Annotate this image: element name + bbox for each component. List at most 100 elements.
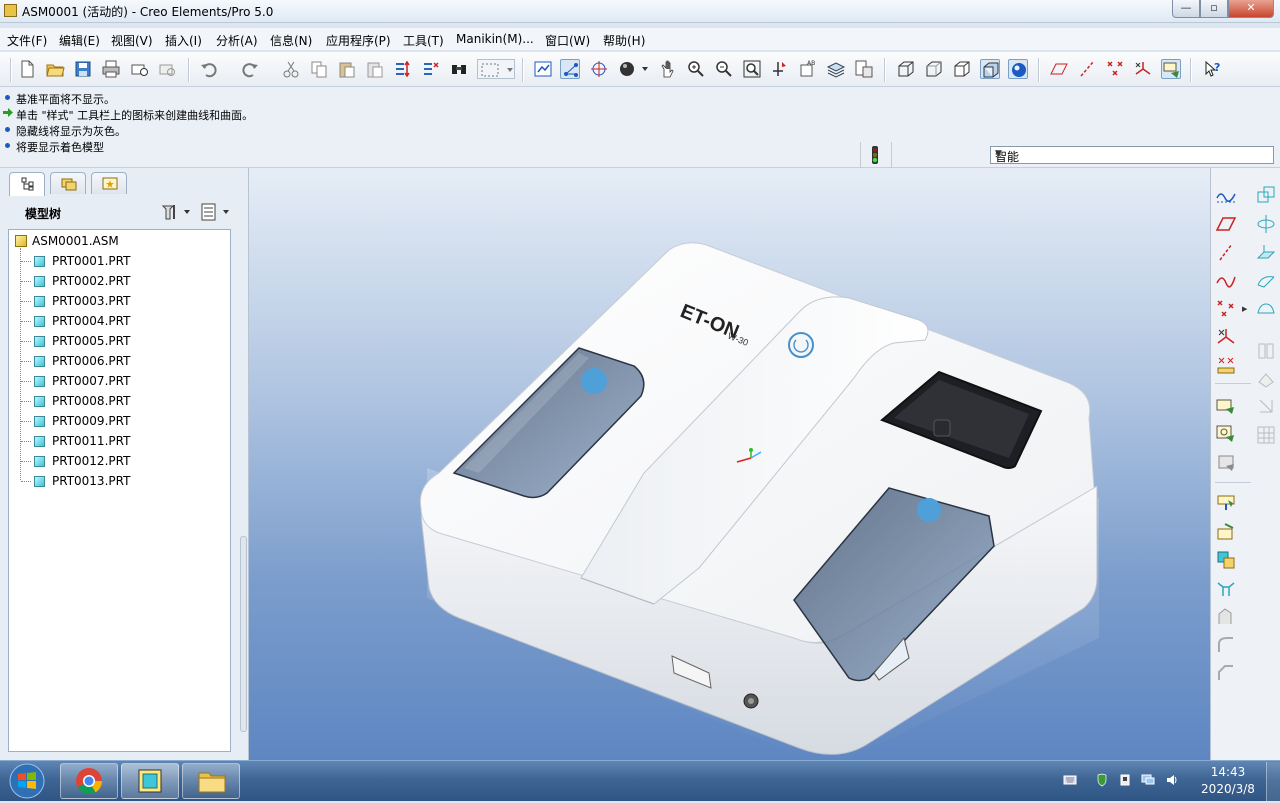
extrude-tool-icon[interactable]: [1255, 241, 1277, 263]
draft-tool-icon[interactable]: [1255, 396, 1277, 418]
panel-resize-handle[interactable]: [240, 536, 247, 732]
taskbar-chrome-button[interactable]: [60, 763, 118, 799]
regenerate-icon[interactable]: [393, 59, 413, 79]
find-icon[interactable]: [449, 59, 469, 79]
revolve-tool-icon[interactable]: [1255, 213, 1277, 235]
selection-filter-dropdown[interactable]: 智能 ▼: [990, 146, 1274, 164]
menu-file[interactable]: 文件(F): [7, 32, 47, 49]
volume-icon[interactable]: [1165, 773, 1179, 787]
taskbar-creo-button[interactable]: [121, 763, 179, 799]
cut-tool-icon[interactable]: [1215, 521, 1237, 543]
open-folder-icon[interactable]: [45, 59, 65, 79]
refit-icon[interactable]: [742, 59, 762, 79]
chamfer-tool-icon[interactable]: [1215, 662, 1237, 684]
clock-date[interactable]: 2020/3/8: [1196, 782, 1260, 796]
annotations-icon[interactable]: [1161, 59, 1181, 79]
hole-tool-icon[interactable]: [1215, 492, 1237, 514]
menu-manikin[interactable]: Manikin(M)...: [456, 32, 534, 46]
minimize-button[interactable]: —: [1172, 0, 1200, 18]
network-icon[interactable]: [1141, 773, 1155, 787]
tab-folder-browser[interactable]: [50, 172, 86, 194]
pattern-tool-icon[interactable]: [1255, 424, 1277, 446]
sweep-tool-icon[interactable]: [1215, 606, 1237, 628]
saved-views-icon[interactable]: AB: [798, 59, 818, 79]
rib-tool-icon[interactable]: [1255, 368, 1277, 390]
coord-systems-icon[interactable]: [1133, 59, 1153, 79]
menu-insert[interactable]: 插入(I): [165, 32, 202, 49]
shell-tool-icon[interactable]: [1255, 340, 1277, 362]
tree-show-dropdown[interactable]: [200, 202, 232, 222]
regen-manager-icon[interactable]: [421, 59, 441, 79]
menu-applications[interactable]: 应用程序(P): [326, 32, 391, 49]
menu-edit[interactable]: 编辑(E): [59, 32, 100, 49]
boundary-blend-icon[interactable]: [1255, 269, 1277, 291]
assembly-feature-icon[interactable]: [1215, 549, 1237, 571]
save-icon[interactable]: [73, 59, 93, 79]
variable-section-sweep-icon[interactable]: [1255, 298, 1277, 320]
graphics-viewport[interactable]: ET-ON W-30: [249, 168, 1210, 760]
zoom-out-icon[interactable]: [714, 59, 734, 79]
enhanced-realism-icon[interactable]: [1008, 59, 1028, 79]
menu-tools[interactable]: 工具(T): [403, 32, 444, 49]
menu-help[interactable]: 帮助(H): [603, 32, 645, 49]
security-icon[interactable]: [1095, 773, 1109, 787]
datum-point-tool-icon[interactable]: [1215, 298, 1237, 320]
create-component-icon[interactable]: [1215, 423, 1237, 445]
send-mail-icon[interactable]: [129, 59, 149, 79]
datum-csys-tool-icon[interactable]: [1215, 326, 1237, 348]
style-tool-icon[interactable]: [1255, 184, 1277, 206]
orient-mode-icon[interactable]: [560, 59, 580, 79]
paste-special-icon[interactable]: [365, 59, 385, 79]
start-button[interactable]: [2, 762, 52, 800]
usb-device-icon[interactable]: [1118, 773, 1132, 787]
reorient-icon[interactable]: [770, 59, 790, 79]
maximize-button[interactable]: ▫: [1200, 0, 1228, 18]
menu-info[interactable]: 信息(N): [270, 32, 312, 49]
tab-favorites[interactable]: [91, 172, 127, 194]
send-link-icon[interactable]: [157, 59, 177, 79]
cut-icon[interactable]: [281, 59, 301, 79]
datum-axes-icon[interactable]: [1077, 59, 1097, 79]
close-button[interactable]: ✕: [1228, 0, 1274, 18]
datum-axis-tool-icon[interactable]: [1215, 241, 1237, 263]
selection-box-icon[interactable]: [477, 59, 515, 79]
clock-time[interactable]: 14:43: [1208, 765, 1248, 779]
menu-window[interactable]: 窗口(W): [545, 32, 590, 49]
context-help-icon[interactable]: ?: [1203, 59, 1223, 79]
menu-view[interactable]: 视图(V): [111, 32, 153, 49]
datum-planes-icon[interactable]: [1049, 59, 1069, 79]
menu-analysis[interactable]: 分析(A): [216, 32, 258, 49]
zoom-in-icon[interactable]: [686, 59, 706, 79]
pan-hand-icon[interactable]: [658, 59, 678, 79]
shading-icon[interactable]: [980, 59, 1000, 79]
datum-plane-tool-icon[interactable]: [1215, 213, 1237, 235]
redo-icon[interactable]: [240, 59, 260, 79]
repaint-icon[interactable]: [533, 59, 553, 79]
datum-points-icon[interactable]: [1105, 59, 1125, 79]
print-icon[interactable]: [101, 59, 121, 79]
mirror-tool-icon[interactable]: [1215, 578, 1237, 600]
spin-center-icon[interactable]: [589, 59, 609, 79]
package-component-icon[interactable]: [1215, 452, 1237, 474]
view-manager-icon[interactable]: [854, 59, 874, 79]
tree-settings-dropdown[interactable]: [160, 202, 192, 222]
layers-icon[interactable]: [826, 59, 846, 79]
analysis-feature-icon[interactable]: [1215, 354, 1237, 376]
sketch-tools-icon[interactable]: [1215, 184, 1237, 206]
paste-icon[interactable]: [337, 59, 357, 79]
undo-icon[interactable]: [199, 59, 219, 79]
flyout-arrow-icon[interactable]: ▶: [1242, 305, 1247, 313]
taskbar-explorer-button[interactable]: [182, 763, 240, 799]
show-desktop-button[interactable]: [1266, 762, 1280, 801]
no-hidden-icon[interactable]: [952, 59, 972, 79]
shading-style-icon[interactable]: [617, 59, 649, 79]
insert-component-icon[interactable]: [1215, 395, 1237, 417]
wireframe-icon[interactable]: [896, 59, 916, 79]
hidden-line-icon[interactable]: [924, 59, 944, 79]
keyboard-icon[interactable]: [1063, 773, 1077, 787]
tab-model-tree[interactable]: [9, 172, 45, 196]
copy-icon[interactable]: [309, 59, 329, 79]
new-file-icon[interactable]: [17, 59, 37, 79]
round-tool-icon[interactable]: [1215, 634, 1237, 656]
datum-curve-tool-icon[interactable]: [1215, 269, 1237, 291]
